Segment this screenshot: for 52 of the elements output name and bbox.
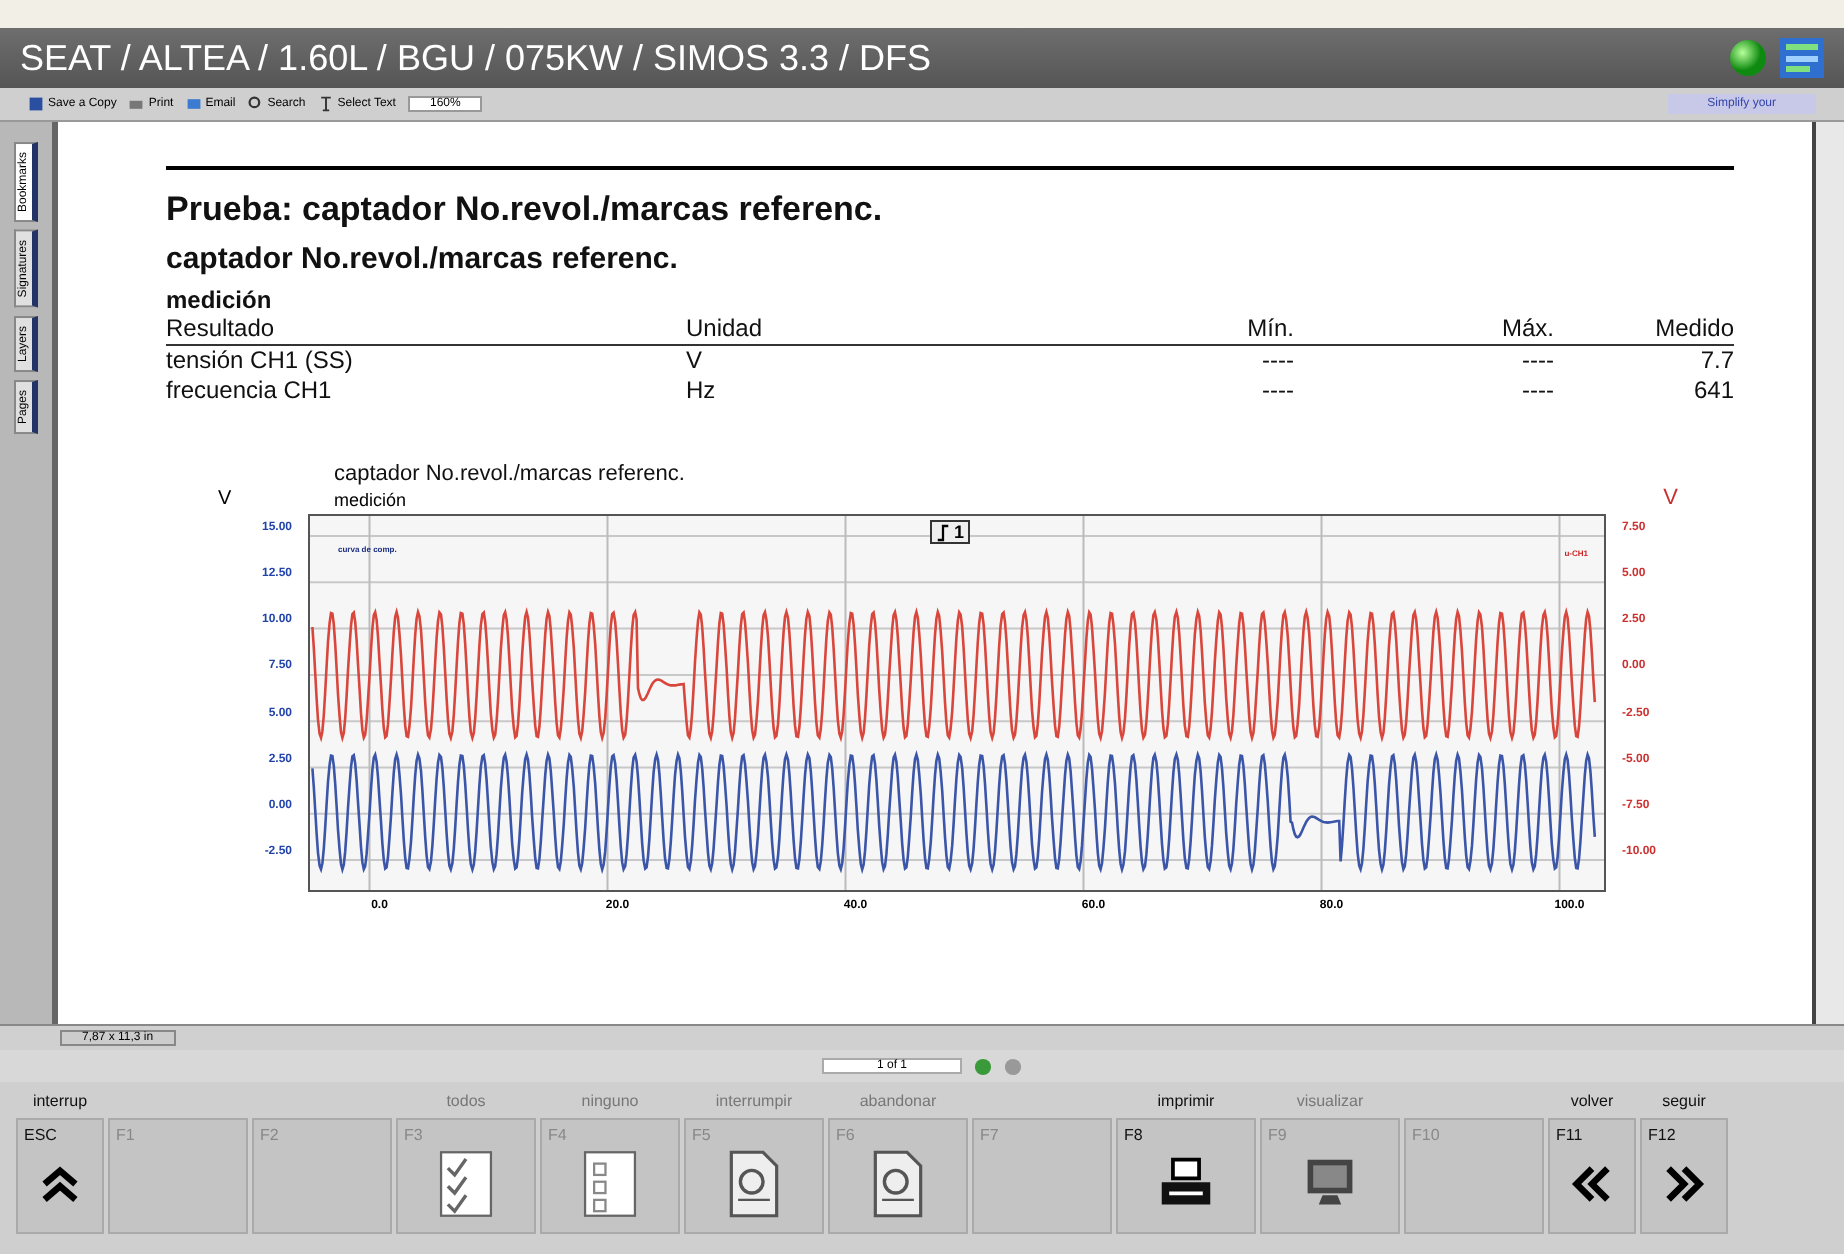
status-light-icon <box>1728 38 1768 78</box>
axis-unit: V <box>218 488 234 510</box>
column-header: Unidad <box>686 314 765 344</box>
column-header: Máx. <box>1499 314 1554 344</box>
trigger-marker[interactable]: 1 <box>930 520 971 544</box>
function-key-button[interactable]: ESC <box>16 1118 104 1234</box>
table-cell-text: tensión CH1 (SS) <box>166 346 355 376</box>
test-subheading: captador No.revol./marcas referenc. <box>166 242 680 276</box>
empty-list-icon <box>582 1150 638 1218</box>
checklist-icon <box>438 1150 494 1218</box>
function-label: visualizar <box>1296 1090 1364 1114</box>
scrollbar[interactable] <box>1812 122 1844 1024</box>
table-cell-text: ---- <box>1260 346 1294 376</box>
function-label: abandonar <box>859 1090 937 1114</box>
chart-subtitle: medición <box>334 490 409 510</box>
document-icon <box>870 1150 926 1218</box>
test-heading: Prueba: captador No.revol./marcas referenc. <box>166 190 885 230</box>
column-header: Mín. <box>1245 314 1294 344</box>
double-chevron-up-icon <box>38 1162 82 1206</box>
table-cell-text: frecuencia CH1 <box>166 376 334 406</box>
function-label: volver <box>1570 1090 1614 1114</box>
table-cell-text: ---- <box>1520 346 1554 376</box>
text-cursor-icon <box>317 96 334 112</box>
column-header: Resultado <box>166 314 277 344</box>
function-key-button[interactable]: F12 <box>1640 1118 1728 1234</box>
column-header: Medido <box>1653 314 1734 344</box>
function-label: interrup <box>32 1090 88 1114</box>
double-chevron-right-icon <box>1662 1162 1706 1206</box>
function-label: imprimir <box>1157 1090 1215 1114</box>
table-cell-text: V <box>686 346 705 376</box>
function-key-button[interactable]: F8 <box>1116 1118 1256 1234</box>
table-cell-text: 641 <box>1691 376 1734 406</box>
function-label: todos <box>446 1090 486 1114</box>
logo-icon <box>1780 38 1824 78</box>
chart-title: captador No.revol./marcas referenc. <box>334 462 687 486</box>
window-title: SEAT / ALTEA / 1.60L / BGU / 075KW / SIMOS 3.3 / DFS <box>20 37 934 79</box>
back-circle-icon[interactable] <box>1003 1057 1021 1075</box>
section-label: medición <box>166 286 274 314</box>
function-label: seguir <box>1662 1090 1706 1114</box>
function-key-button[interactable]: F11 <box>1548 1118 1636 1234</box>
axis-unit: V <box>1663 486 1678 510</box>
table-cell-text: ---- <box>1260 376 1294 406</box>
table-cell-text: Hz <box>686 376 718 406</box>
table-cell-text: 7.7 <box>1698 346 1734 376</box>
forward-circle-icon[interactable] <box>973 1057 991 1075</box>
table-cell-text: ---- <box>1520 376 1554 406</box>
function-label: ninguno <box>581 1090 639 1114</box>
edge-icon <box>936 523 950 541</box>
double-chevron-left-icon <box>1570 1162 1614 1206</box>
document-icon <box>726 1150 782 1218</box>
function-label: interrumpir <box>715 1090 793 1114</box>
search-icon <box>247 96 264 112</box>
